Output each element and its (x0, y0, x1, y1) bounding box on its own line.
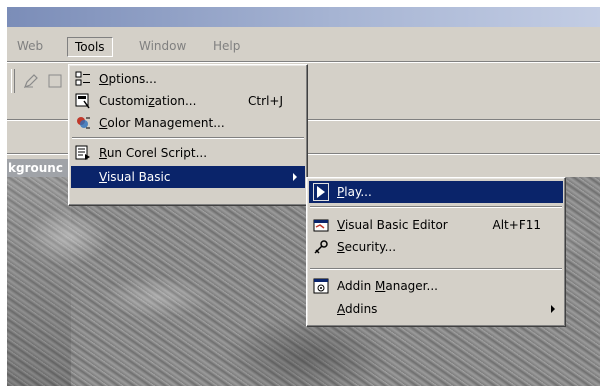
visual-basic-editor-shortcut: Alt+F11 (492, 218, 541, 232)
visual-basic-submenu: Play... Visual Basic Editor Alt+F11 Secu… (306, 177, 566, 327)
menu-item-addins[interactable]: Addins (309, 298, 563, 320)
color-management-icon (73, 114, 93, 132)
addins-label: Addins (337, 302, 378, 316)
menu-item-play[interactable]: Play... (309, 181, 563, 203)
frame-tool-icon[interactable] (45, 71, 65, 91)
pen-tool-icon[interactable] (21, 71, 41, 91)
addin-manager-icon (311, 277, 331, 295)
title-bar (7, 7, 600, 27)
canvas-shade (7, 177, 71, 386)
run-script-icon (73, 144, 93, 162)
options-label: Options... (99, 72, 157, 86)
security-key-icon (311, 238, 331, 256)
menu-item-color-management[interactable]: Color Management... (71, 112, 305, 134)
menu-help[interactable]: Help (207, 37, 246, 55)
visual-basic-editor-label: Visual Basic Editor (337, 218, 448, 232)
submenu-arrow-icon (293, 173, 297, 181)
vb-menu-separator-2 (310, 268, 562, 270)
customization-shortcut: Ctrl+J (248, 94, 283, 108)
menu-item-visual-basic-editor[interactable]: Visual Basic Editor Alt+F11 (309, 214, 563, 236)
menu-item-addin-manager[interactable]: Addin Manager... (309, 275, 563, 297)
visual-basic-label: Visual Basic (99, 170, 171, 184)
play-icon (313, 183, 329, 201)
addin-manager-label: Addin Manager... (337, 279, 438, 293)
run-corel-script-label: Run Corel Script... (99, 146, 208, 160)
security-label: Security... (337, 240, 397, 254)
tools-menu-separator (72, 137, 304, 139)
menu-window[interactable]: Window (133, 37, 192, 55)
vb-menu-separator-1 (310, 206, 562, 208)
tools-dropdown-menu: Options... Customization... Ctrl+J Color… (68, 64, 308, 206)
menu-web[interactable]: Web (11, 37, 49, 55)
menu-item-security[interactable]: Security... (309, 236, 563, 258)
customization-icon (73, 92, 93, 110)
color-management-label: Color Management... (99, 116, 225, 130)
menu-item-visual-basic[interactable]: Visual Basic (71, 166, 305, 188)
menu-item-run-corel-script[interactable]: Run Corel Script... (71, 142, 305, 164)
options-icon (73, 70, 93, 88)
submenu-arrow-icon (551, 305, 555, 313)
toolbar-grip[interactable] (11, 69, 15, 93)
vb-editor-icon (311, 216, 331, 234)
menu-bar: Web Tools Window Help (7, 33, 600, 57)
play-label: Play... (337, 185, 372, 199)
menu-item-customization[interactable]: Customization... Ctrl+J (71, 90, 305, 112)
menu-item-options[interactable]: Options... (71, 68, 305, 90)
customization-label: Customization... (99, 94, 197, 108)
menu-tools[interactable]: Tools (67, 37, 113, 57)
